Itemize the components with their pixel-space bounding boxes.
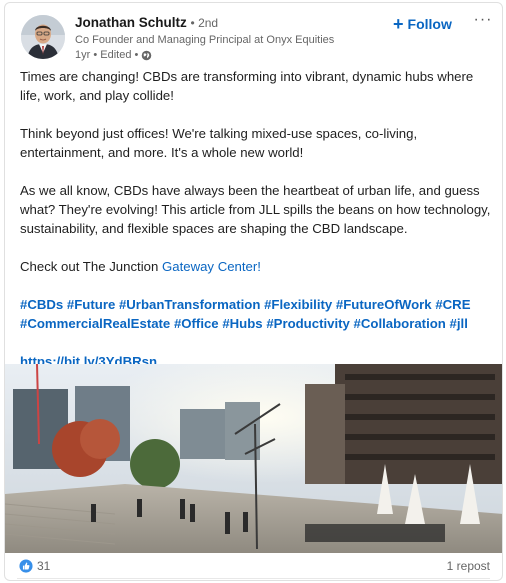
hashtag[interactable]: #CommercialRealEstate [20,316,170,331]
reactions-count: 31 [37,559,51,573]
hashtag[interactable]: #UrbanTransformation [119,297,260,312]
post-body: Times are changing! CBDs are transformin… [20,67,495,390]
hashtag[interactable]: #Office [174,316,219,331]
company-mention[interactable]: Gateway Center! [162,259,261,274]
globe-icon [142,50,152,60]
reactions-summary[interactable]: 31 [19,559,50,573]
post-paragraph: Check out The Junction Gateway Center! [20,257,495,276]
post-paragraph: Think beyond just offices! We're talking… [20,126,418,160]
reposts-count[interactable]: 1 repost [447,559,490,573]
hashtag[interactable]: #CRE [435,297,470,312]
like-icon [19,559,33,573]
hashtag[interactable]: #Hubs [222,316,262,331]
post-timestamp: 1yr • Edited • [75,49,139,61]
hashtag[interactable]: #CBDs [20,297,63,312]
hashtag[interactable]: #Future [67,297,115,312]
plus-icon: + [393,14,404,34]
hashtag[interactable]: #Flexibility [264,297,332,312]
social-counts: 31 1 repost [5,555,502,579]
post-text: Check out The Junction [20,259,162,274]
hashtag[interactable]: #Collaboration [354,316,446,331]
profile-photo [21,15,65,59]
city-plaza-photo [5,364,502,553]
author-avatar[interactable] [21,15,65,59]
follow-label: Follow [407,16,452,32]
author-name[interactable]: Jonathan Schultz [75,15,187,30]
post-paragraph: As we all know, CBDs have always been th… [20,183,491,236]
post-meta: 1yr • Edited • [75,49,152,61]
author-headline: Co Founder and Managing Principal at Ony… [75,34,335,46]
follow-button[interactable]: + Follow [393,13,452,35]
hashtag[interactable]: #FutureOfWork [336,297,432,312]
post-paragraph: Times are changing! CBDs are transformin… [20,69,474,103]
author-name-row: Jonathan Schultz • 2nd [75,15,218,30]
more-options-button[interactable]: ··· [471,11,495,33]
connection-degree: • 2nd [190,16,219,30]
post-header: Jonathan Schultz • 2nd Co Founder and Ma… [5,3,502,67]
divider [17,578,490,579]
hashtag-list: #CBDs #Future #UrbanTransformation #Flex… [20,295,495,333]
hashtag[interactable]: #Productivity [266,316,350,331]
post-image[interactable] [5,364,502,553]
post-card: Jonathan Schultz • 2nd Co Founder and Ma… [4,2,503,581]
hashtag[interactable]: #jll [450,316,468,331]
